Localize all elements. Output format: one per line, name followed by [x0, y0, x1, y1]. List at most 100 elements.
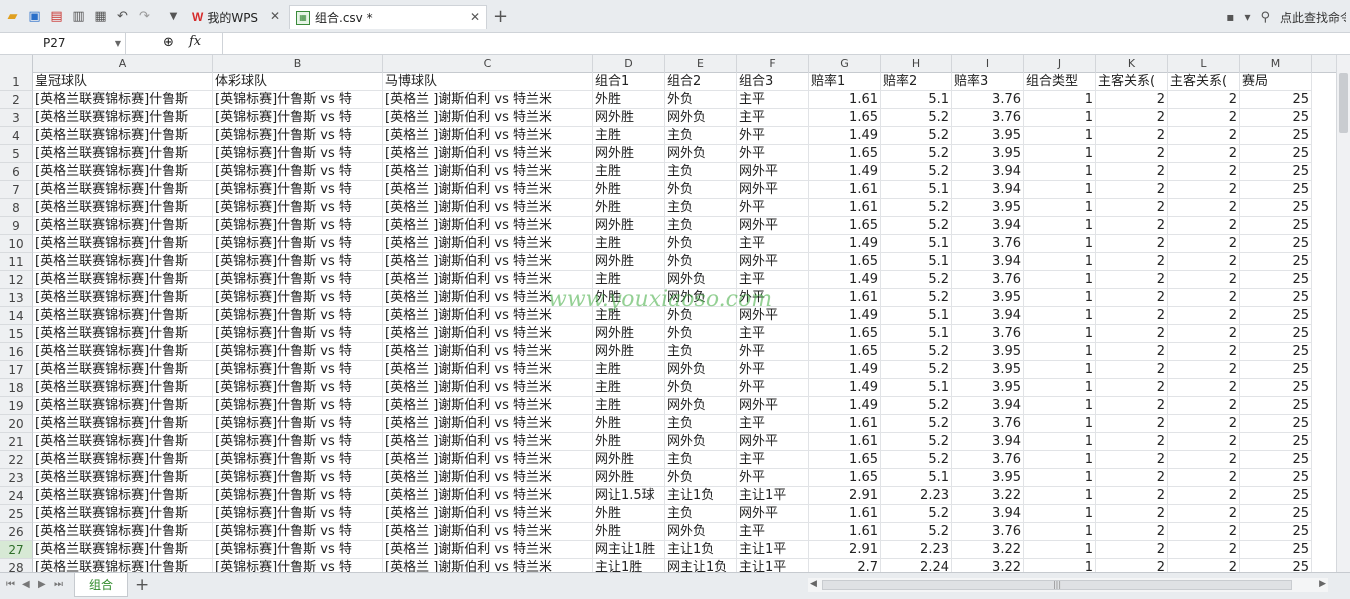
row-number[interactable]: 26	[0, 523, 33, 541]
column-header-e[interactable]: E	[665, 55, 737, 73]
cell-d[interactable]: 外胜	[593, 199, 665, 217]
select-all-corner[interactable]	[0, 55, 33, 73]
row-number[interactable]: 27	[0, 541, 33, 559]
cell-m[interactable]: 25	[1240, 289, 1312, 307]
row-number[interactable]: 4	[0, 127, 33, 145]
row-number[interactable]: 1	[0, 73, 33, 91]
cell-l[interactable]: 2	[1168, 307, 1240, 325]
cell-h[interactable]: 5.1	[881, 307, 952, 325]
row-number[interactable]: 9	[0, 217, 33, 235]
header-cell[interactable]: 赔率2	[881, 73, 952, 91]
cell-l[interactable]: 2	[1168, 271, 1240, 289]
cell-k[interactable]: 2	[1096, 541, 1168, 559]
more-dropdown-icon[interactable]: ▼	[165, 8, 182, 25]
cell-l[interactable]: 2	[1168, 361, 1240, 379]
cell-i[interactable]: 3.95	[952, 127, 1024, 145]
cell-m[interactable]: 25	[1240, 469, 1312, 487]
cell-b[interactable]: [英锦标赛]什鲁斯 vs 特	[213, 469, 383, 487]
cell-m[interactable]: 25	[1240, 307, 1312, 325]
row-number[interactable]: 14	[0, 307, 33, 325]
cell-a[interactable]: [英格兰联赛锦标赛]什鲁斯	[33, 469, 213, 487]
cell-e[interactable]: 外负	[665, 379, 737, 397]
cell-i[interactable]: 3.95	[952, 343, 1024, 361]
cell-h[interactable]: 5.1	[881, 379, 952, 397]
column-header-c[interactable]: C	[383, 55, 593, 73]
cell-m[interactable]: 25	[1240, 109, 1312, 127]
close-icon[interactable]: ✕	[270, 9, 280, 23]
cell-h[interactable]: 5.2	[881, 523, 952, 541]
cell-m[interactable]: 25	[1240, 397, 1312, 415]
row-number[interactable]: 2	[0, 91, 33, 109]
cell-b[interactable]: [英锦标赛]什鲁斯 vs 特	[213, 163, 383, 181]
cell-k[interactable]: 2	[1096, 217, 1168, 235]
cell-g[interactable]: 1.65	[809, 451, 881, 469]
function-icon[interactable]: fx	[189, 34, 201, 49]
cell-a[interactable]: [英格兰联赛锦标赛]什鲁斯	[33, 181, 213, 199]
cell-m[interactable]: 25	[1240, 415, 1312, 433]
cell-c[interactable]: [英格兰 ]谢斯伯利 vs 特兰米	[383, 307, 593, 325]
cell-c[interactable]: [英格兰 ]谢斯伯利 vs 特兰米	[383, 433, 593, 451]
cell-f[interactable]: 外平	[737, 127, 809, 145]
row-number[interactable]: 16	[0, 343, 33, 361]
cell-l[interactable]: 2	[1168, 127, 1240, 145]
cell-c[interactable]: [英格兰 ]谢斯伯利 vs 特兰米	[383, 163, 593, 181]
cell-b[interactable]: [英锦标赛]什鲁斯 vs 特	[213, 217, 383, 235]
cell-c[interactable]: [英格兰 ]谢斯伯利 vs 特兰米	[383, 343, 593, 361]
cell-d[interactable]: 主胜	[593, 271, 665, 289]
cell-b[interactable]: [英锦标赛]什鲁斯 vs 特	[213, 343, 383, 361]
cell-h[interactable]: 5.2	[881, 217, 952, 235]
cell-f[interactable]: 主让1平	[737, 541, 809, 559]
cell-l[interactable]: 2	[1168, 91, 1240, 109]
cell-h[interactable]: 5.2	[881, 145, 952, 163]
cell-b[interactable]: [英锦标赛]什鲁斯 vs 特	[213, 91, 383, 109]
cell-j[interactable]: 1	[1024, 451, 1096, 469]
cell-e[interactable]: 主负	[665, 127, 737, 145]
cell-j[interactable]: 1	[1024, 487, 1096, 505]
cell-c[interactable]: [英格兰 ]谢斯伯利 vs 特兰米	[383, 541, 593, 559]
cell-l[interactable]: 2	[1168, 325, 1240, 343]
cell-d[interactable]: 外胜	[593, 505, 665, 523]
prev-sheet-icon[interactable]: ◀	[22, 579, 30, 590]
cell-i[interactable]: 3.95	[952, 379, 1024, 397]
command-search-hint[interactable]: 点此查找命令	[1280, 9, 1346, 26]
column-header-j[interactable]: J	[1024, 55, 1096, 73]
header-cell[interactable]: 赛局	[1240, 73, 1312, 91]
cell-d[interactable]: 网外胜	[593, 343, 665, 361]
cell-i[interactable]: 3.22	[952, 559, 1024, 572]
cell-b[interactable]: [英锦标赛]什鲁斯 vs 特	[213, 415, 383, 433]
cell-f[interactable]: 网外平	[737, 397, 809, 415]
cell-k[interactable]: 2	[1096, 289, 1168, 307]
zoom-icon[interactable]: ⊕	[163, 35, 174, 50]
cell-c[interactable]: [英格兰 ]谢斯伯利 vs 特兰米	[383, 199, 593, 217]
cell-i[interactable]: 3.95	[952, 145, 1024, 163]
cell-k[interactable]: 2	[1096, 163, 1168, 181]
cell-a[interactable]: [英格兰联赛锦标赛]什鲁斯	[33, 541, 213, 559]
cell-i[interactable]: 3.22	[952, 487, 1024, 505]
cell-e[interactable]: 主负	[665, 217, 737, 235]
cell-g[interactable]: 1.61	[809, 199, 881, 217]
cell-a[interactable]: [英格兰联赛锦标赛]什鲁斯	[33, 235, 213, 253]
cell-e[interactable]: 网外负	[665, 397, 737, 415]
cell-l[interactable]: 2	[1168, 199, 1240, 217]
search-icon[interactable]: ⚲	[1260, 10, 1270, 25]
cell-d[interactable]: 外胜	[593, 181, 665, 199]
cell-b[interactable]: [英锦标赛]什鲁斯 vs 特	[213, 397, 383, 415]
cell-a[interactable]: [英格兰联赛锦标赛]什鲁斯	[33, 199, 213, 217]
cell-c[interactable]: [英格兰 ]谢斯伯利 vs 特兰米	[383, 127, 593, 145]
cell-m[interactable]: 25	[1240, 559, 1312, 572]
cell-l[interactable]: 2	[1168, 469, 1240, 487]
cell-f[interactable]: 主平	[737, 523, 809, 541]
cell-d[interactable]: 外胜	[593, 523, 665, 541]
row-number[interactable]: 6	[0, 163, 33, 181]
cell-e[interactable]: 外负	[665, 307, 737, 325]
cell-d[interactable]: 网外胜	[593, 451, 665, 469]
cell-g[interactable]: 2.7	[809, 559, 881, 572]
cell-h[interactable]: 5.2	[881, 415, 952, 433]
scroll-thumb[interactable]: |||	[822, 580, 1292, 590]
cell-f[interactable]: 主平	[737, 415, 809, 433]
cell-f[interactable]: 主平	[737, 325, 809, 343]
cell-j[interactable]: 1	[1024, 307, 1096, 325]
row-number[interactable]: 24	[0, 487, 33, 505]
column-header-m[interactable]: M	[1240, 55, 1312, 73]
cell-m[interactable]: 25	[1240, 145, 1312, 163]
